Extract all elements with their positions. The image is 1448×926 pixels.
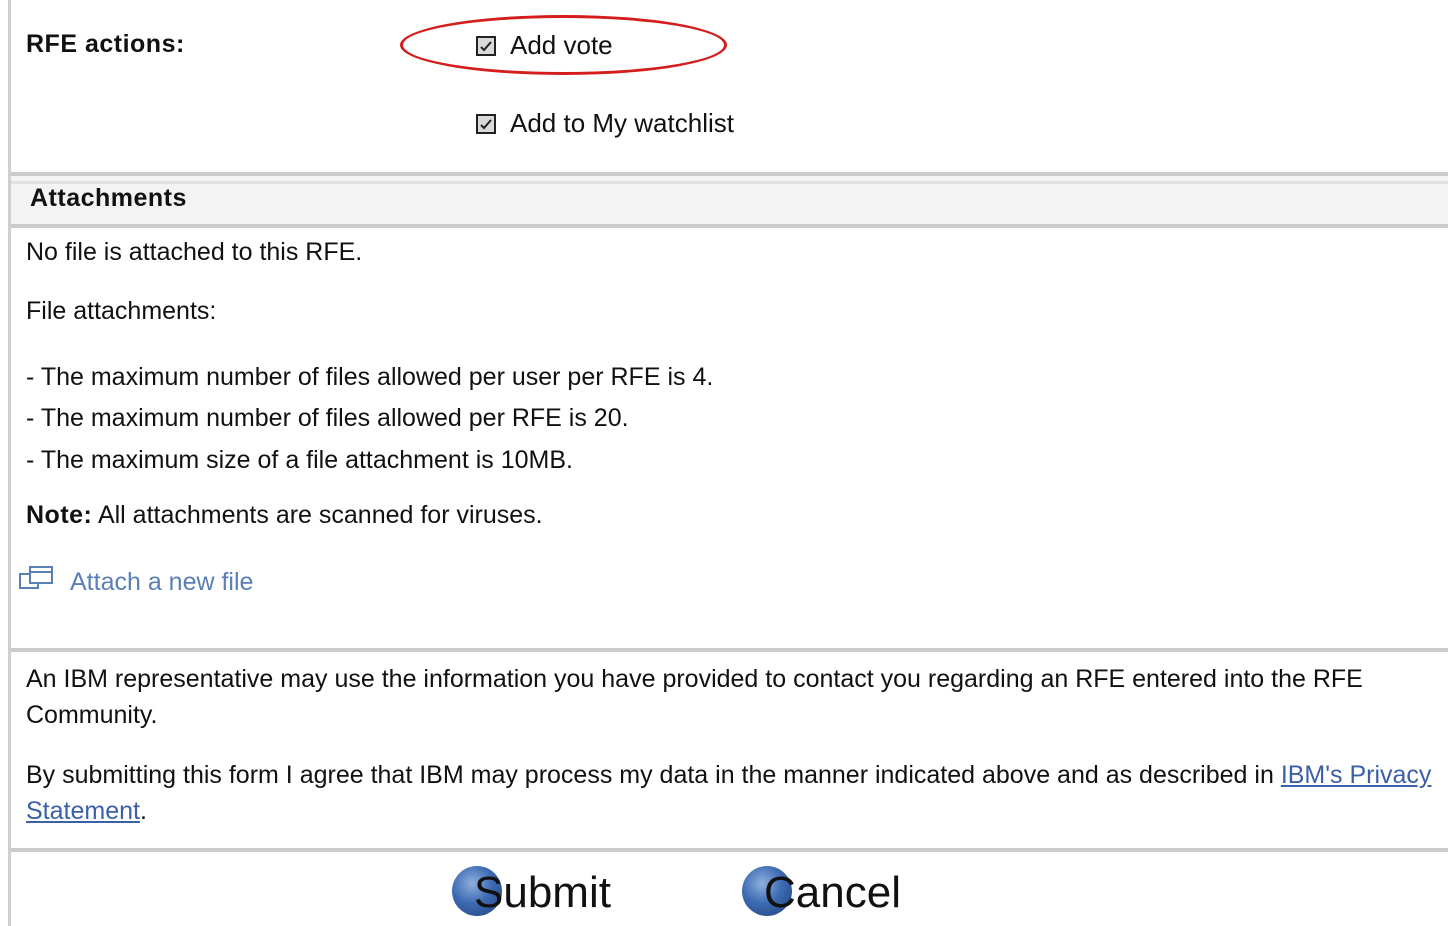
rule-item: - The maximum size of a file attachment …	[26, 446, 573, 474]
left-border	[8, 0, 11, 926]
attach-new-file-link[interactable]: Attach a new file	[18, 564, 253, 601]
rule-item: - The maximum number of files allowed pe…	[26, 404, 629, 432]
privacy-consent-end: .	[139, 797, 147, 825]
note-label: Note:	[26, 501, 93, 529]
attach-new-file-label[interactable]: Attach a new file	[70, 568, 253, 597]
add-vote-checkbox[interactable]: Add vote	[476, 30, 613, 61]
rfe-actions-label: RFE actions:	[26, 30, 185, 58]
contact-disclaimer: An IBM representative may use the inform…	[26, 665, 1363, 729]
add-vote-label[interactable]: Add vote	[510, 30, 613, 61]
no-file-message: No file is attached to this RFE.	[26, 238, 363, 266]
rfe-form-page: RFE actions: Add vote Add to My watchlis…	[0, 0, 1448, 926]
submit-label[interactable]: Submit	[452, 868, 611, 918]
file-attachments-heading: File attachments:	[26, 297, 217, 325]
divider	[11, 648, 1448, 652]
submit-button[interactable]: Submit	[452, 858, 611, 926]
add-watchlist-checkbox[interactable]: Add to My watchlist	[476, 108, 734, 139]
note-text: All attachments are scanned for viruses.	[92, 501, 543, 529]
attach-file-icon[interactable]	[18, 564, 56, 601]
checked-checkbox-icon[interactable]	[476, 113, 496, 134]
attachments-header-band	[11, 172, 1448, 228]
divider	[11, 848, 1448, 852]
divider	[11, 172, 1448, 176]
add-watchlist-label[interactable]: Add to My watchlist	[510, 108, 734, 139]
checked-checkbox-icon[interactable]	[476, 35, 496, 56]
rule-item: - The maximum number of files allowed pe…	[26, 363, 714, 391]
cancel-button[interactable]: Cancel	[742, 858, 901, 926]
privacy-consent-text: By submitting this form I agree that IBM…	[26, 761, 1281, 789]
divider	[11, 181, 1448, 184]
cancel-label[interactable]: Cancel	[742, 868, 901, 918]
attachments-heading: Attachments	[30, 184, 187, 212]
virus-scan-note: Note: All attachments are scanned for vi…	[26, 501, 543, 530]
privacy-consent: By submitting this form I agree that IBM…	[26, 757, 1436, 829]
divider	[11, 224, 1448, 228]
